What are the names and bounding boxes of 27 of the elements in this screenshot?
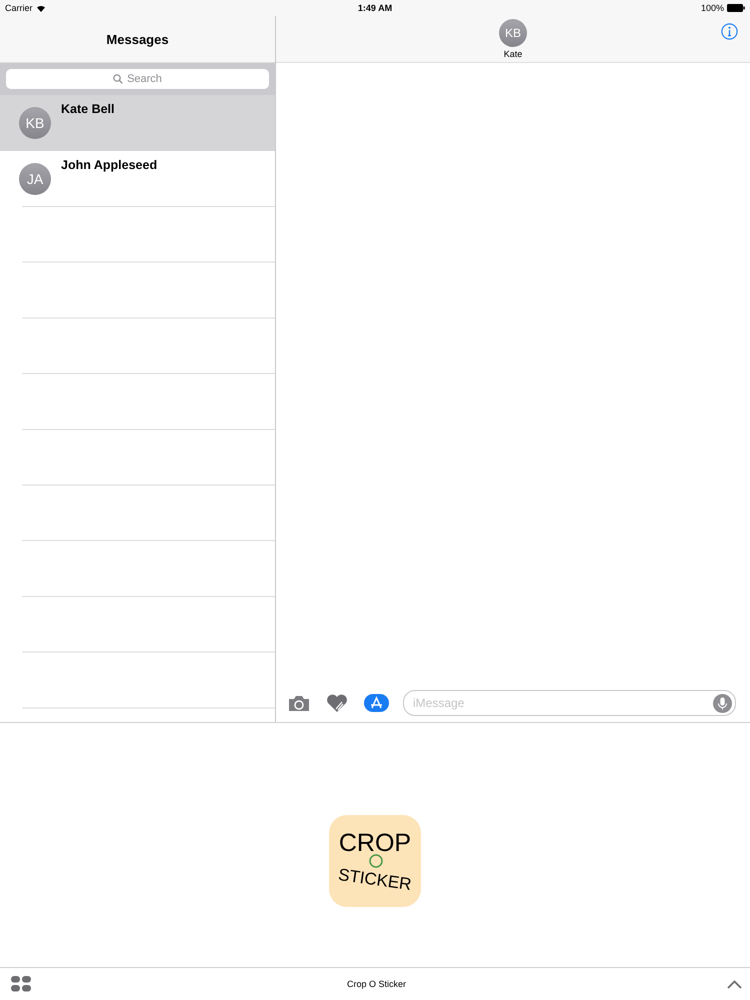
heart-icon[interactable] xyxy=(326,694,348,712)
sidebar-title: Messages xyxy=(106,32,169,46)
app-store-icon[interactable] xyxy=(364,694,389,712)
search-placeholder: Search xyxy=(127,73,162,85)
contact-name: Kate Bell xyxy=(61,102,114,116)
status-time: 1:49 AM xyxy=(358,3,392,13)
info-icon[interactable] xyxy=(721,23,738,40)
search-icon xyxy=(113,74,124,84)
sticker-text: STICKER xyxy=(337,866,413,892)
wifi-icon xyxy=(36,4,46,12)
contact-name: John Appleseed xyxy=(61,158,158,172)
contact-avatar: KB xyxy=(19,107,51,139)
battery-icon xyxy=(727,4,745,12)
contact-avatar: JA xyxy=(19,163,51,195)
conversation-row[interactable]: JA John Appleseed xyxy=(0,151,275,207)
sticker-text: CROP xyxy=(338,832,412,853)
microphone-icon[interactable] xyxy=(713,694,732,712)
sticker[interactable]: CROP STICKER xyxy=(329,815,421,907)
conversation-row[interactable]: KB Kate Bell xyxy=(0,95,275,151)
app-name: Crop O Sticker xyxy=(346,979,407,989)
battery-percent: 100% xyxy=(700,3,724,13)
camera-icon[interactable] xyxy=(288,694,310,712)
message-placeholder: iMessage xyxy=(413,696,466,710)
circle-icon xyxy=(369,854,383,868)
contact-name: Kate xyxy=(504,49,522,59)
carrier-label: Carrier xyxy=(5,3,33,13)
app-drawer-icon[interactable] xyxy=(11,976,32,992)
